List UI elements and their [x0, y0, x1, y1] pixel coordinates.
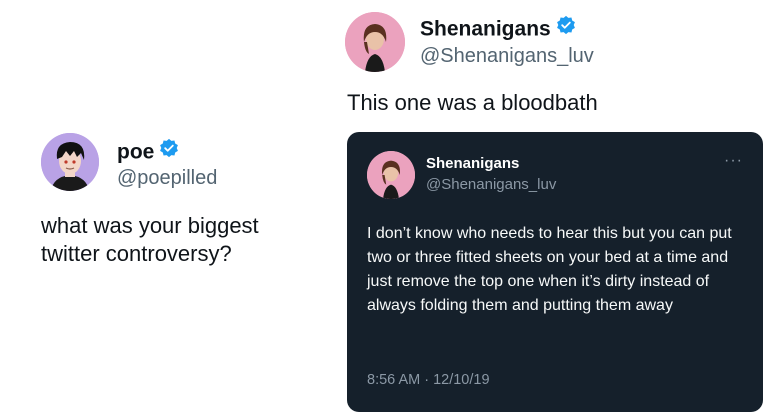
quoted-avatar[interactable] — [367, 151, 415, 199]
shenanigans-handle[interactable]: @Shenanigans_luv — [420, 45, 594, 68]
verified-icon — [556, 15, 576, 41]
poe-tweet-text: what was your biggest twitter controvers… — [41, 213, 259, 266]
poe-avatar[interactable] — [41, 133, 99, 191]
more-options-icon[interactable]: ··· — [724, 152, 743, 170]
verified-icon — [159, 138, 179, 164]
quoted-tweet-text: I don’t know who needs to hear this but … — [367, 225, 732, 314]
quoted-tweet-card[interactable]: Shenanigans @Shenanigans_luv ··· I don’t… — [347, 132, 763, 412]
shenanigans-display-name-text[interactable]: Shenanigans — [420, 18, 551, 41]
poe-handle[interactable]: @poepilled — [117, 167, 217, 190]
shenanigans-display-name[interactable]: Shenanigans — [420, 15, 576, 43]
shenanigans-tweet-text: This one was a bloodbath — [347, 90, 598, 115]
quoted-display-name[interactable]: Shenanigans — [426, 155, 519, 172]
quoted-timestamp[interactable]: 8:56 AM · 12/10/19 — [367, 372, 490, 388]
quoted-handle[interactable]: @Shenanigans_luv — [426, 176, 556, 193]
shenanigans-avatar[interactable] — [345, 12, 405, 72]
poe-display-name[interactable]: poe — [117, 138, 179, 166]
poe-display-name-text[interactable]: poe — [117, 141, 154, 164]
